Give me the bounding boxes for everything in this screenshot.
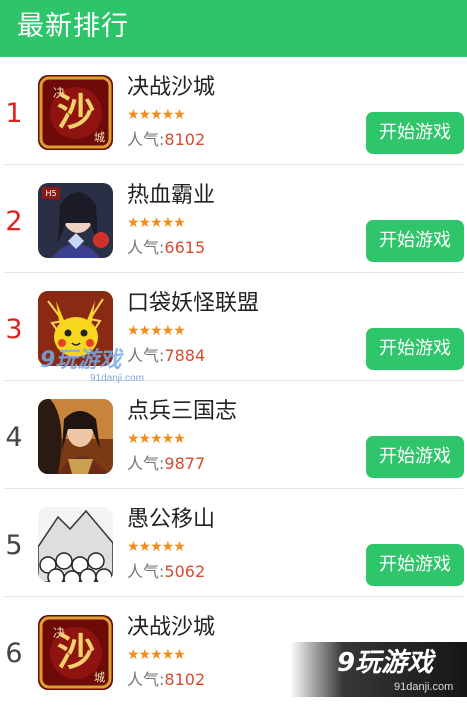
watermark-url: 91danji.com [394, 681, 454, 693]
app-header: 最新排行 [0, 0, 467, 57]
juezhan-shacheng-game-icon[interactable]: 沙 决 城 [38, 75, 113, 150]
list-item[interactable]: 4 点兵三国志 ★★★★★ 人气:9877 开始游戏 [0, 381, 467, 489]
list-item[interactable]: 2 H5 热血霸业 ★★★★★ 人气:6615 开始游戏 [0, 165, 467, 273]
game-title[interactable]: 决战沙城 [127, 74, 215, 102]
list-item[interactable]: 5 愚公移山 ★★★★★ 人气:5062 开始游戏 [0, 489, 467, 597]
juezhan-shacheng-game-icon[interactable]: 沙 决 城 [38, 615, 113, 690]
rank-number: 4 [5, 422, 23, 453]
svg-text:城: 城 [94, 131, 105, 144]
svg-text:决: 决 [53, 86, 65, 100]
game-title[interactable]: 决战沙城 [127, 614, 215, 642]
popularity-label: 人气: [127, 130, 165, 149]
watermark-corner: 9玩游戏 91danji.com [290, 642, 467, 697]
popularity-value: 5062 [164, 562, 206, 581]
rating-stars: ★★★★★ [127, 323, 186, 339]
watermark-logo-text: 9玩游戏 [40, 348, 122, 373]
popularity: 人气:6615 [127, 238, 205, 258]
rating-stars: ★★★★★ [127, 107, 186, 123]
popularity-value: 9877 [164, 454, 206, 473]
page-title: 最新排行 [17, 11, 129, 42]
yugong-mountain-game-icon[interactable] [38, 507, 113, 582]
popularity-value: 7884 [164, 346, 206, 365]
rank-number: 5 [5, 530, 23, 561]
popularity-value: 8102 [164, 670, 206, 689]
watermark-url: 91danji.com [90, 373, 144, 384]
popularity: 人气:9877 [127, 454, 205, 474]
popularity-value: 6615 [164, 238, 206, 257]
rank-number: 6 [5, 638, 23, 669]
popularity-label: 人气: [127, 238, 165, 257]
game-title[interactable]: 热血霸业 [127, 182, 215, 210]
popularity-label: 人气: [127, 454, 165, 473]
svg-text:H5: H5 [45, 189, 56, 198]
start-game-button[interactable]: 开始游戏 [366, 220, 464, 262]
game-title[interactable]: 愚公移山 [127, 506, 215, 534]
rating-stars: ★★★★★ [127, 647, 186, 663]
rank-number: 1 [5, 98, 23, 129]
watermark-logo-text: 9玩游戏 [337, 648, 434, 678]
popularity: 人气:8102 [127, 670, 205, 690]
start-game-button[interactable]: 开始游戏 [366, 328, 464, 370]
game-title[interactable]: 点兵三国志 [127, 398, 237, 426]
popularity: 人气:5062 [127, 562, 205, 582]
popularity-label: 人气: [127, 562, 165, 581]
popularity: 人气:8102 [127, 130, 205, 150]
rating-stars: ★★★★★ [127, 215, 186, 231]
rank-number: 2 [5, 206, 23, 237]
game-title[interactable]: 口袋妖怪联盟 [127, 290, 259, 318]
start-game-button[interactable]: 开始游戏 [366, 112, 464, 154]
popularity-value: 8102 [164, 130, 206, 149]
svg-text:决: 决 [53, 626, 65, 640]
rating-stars: ★★★★★ [127, 539, 186, 555]
popularity-label: 人气: [127, 670, 165, 689]
rank-number: 3 [5, 314, 23, 345]
rating-stars: ★★★★★ [127, 431, 186, 447]
watermark-logo: 9玩游戏 91danji.com [38, 345, 144, 391]
sanguo-warrior-game-icon[interactable] [38, 399, 113, 474]
start-game-button[interactable]: 开始游戏 [366, 436, 464, 478]
popularity: 人气:7884 [127, 346, 205, 366]
svg-text:城: 城 [94, 671, 105, 684]
rexue-baye-game-icon[interactable]: H5 [38, 183, 113, 258]
list-item[interactable]: 1 沙 决 城 决战沙城 ★★★★★ 人气:8102 开始游戏 [0, 57, 467, 165]
start-game-button[interactable]: 开始游戏 [366, 544, 464, 586]
